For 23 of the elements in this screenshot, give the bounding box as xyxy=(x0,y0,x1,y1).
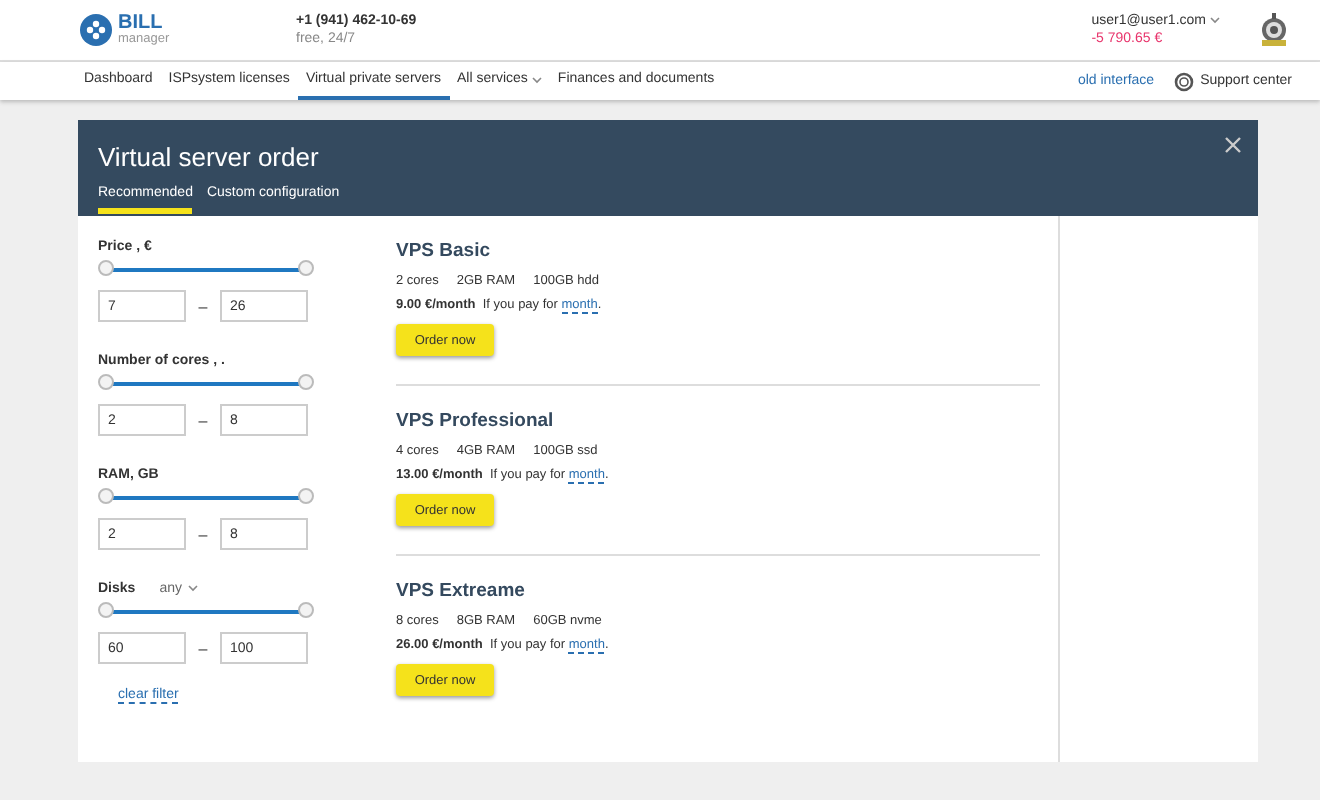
close-icon[interactable] xyxy=(1224,136,1242,154)
lifebuoy-icon xyxy=(1174,71,1195,91)
emblem-icon[interactable] xyxy=(1256,12,1292,48)
caret-icon xyxy=(1210,16,1220,25)
slider-thumb[interactable] xyxy=(98,488,114,504)
dialog-title: Virtual server order xyxy=(98,142,319,172)
slider-thumb[interactable] xyxy=(298,602,314,618)
slider-thumb[interactable] xyxy=(98,374,114,390)
slider-thumb[interactable] xyxy=(98,602,114,618)
slider-thumb[interactable] xyxy=(298,488,314,504)
slider-thumb[interactable] xyxy=(98,260,114,276)
range-separator: – xyxy=(196,411,210,429)
caret-icon xyxy=(187,584,198,592)
slider-thumb[interactable] xyxy=(298,374,314,390)
range-separator: – xyxy=(196,297,210,315)
range-separator: – xyxy=(196,525,210,543)
range-separator: – xyxy=(196,639,210,657)
plan-name: VPS Basic xyxy=(396,240,492,262)
slider-thumb[interactable] xyxy=(298,260,314,276)
logo-text: BILL xyxy=(118,13,165,34)
plan-name: VPS Extreame xyxy=(396,580,527,602)
logo-icon xyxy=(80,14,112,46)
plan-name: VPS Professional xyxy=(396,410,556,432)
